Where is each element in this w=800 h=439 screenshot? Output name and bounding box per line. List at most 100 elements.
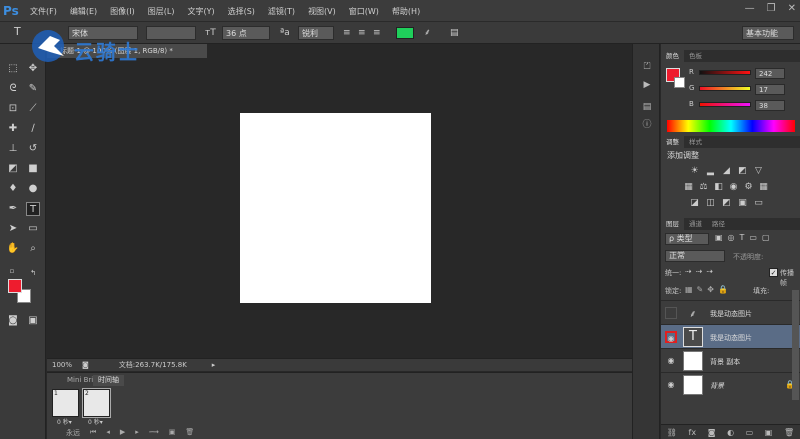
text-color-swatch[interactable]	[396, 27, 414, 39]
new-group-icon[interactable]: ▭	[746, 428, 754, 437]
first-frame-icon[interactable]: ⏮	[90, 428, 96, 438]
menu-type[interactable]: 文字(Y)	[187, 6, 214, 17]
menu-filter[interactable]: 滤镜(T)	[268, 6, 295, 17]
play-icon[interactable]: ▶	[120, 428, 125, 438]
lock-icons[interactable]: ▦✎✥🔒	[685, 285, 732, 294]
foreground-color-swatch[interactable]	[8, 279, 22, 293]
layer-row-selected[interactable]: ◉ T 我是动态图片	[661, 324, 800, 348]
eraser-tool-icon[interactable]: ◩	[6, 162, 20, 176]
layer-style-icon[interactable]: fx	[689, 428, 697, 437]
menu-layer[interactable]: 图层(L)	[148, 6, 175, 17]
reset-colors-icon[interactable]: ▫	[5, 264, 19, 278]
channel-mixer-icon[interactable]: ⚙	[743, 182, 754, 192]
zoom-level[interactable]: 100%	[52, 361, 72, 369]
unify-icons[interactable]: ⇢⇢⇢	[685, 267, 717, 276]
menu-select[interactable]: 选择(S)	[228, 6, 255, 17]
tween-icon[interactable]: ⟿	[149, 428, 159, 438]
color-spectrum-ramp[interactable]	[667, 120, 795, 132]
menu-file[interactable]: 文件(F)	[30, 6, 57, 17]
antialias-select[interactable]: 锐利	[298, 26, 334, 40]
tab-paths[interactable]: 路径	[707, 218, 730, 230]
link-layers-icon[interactable]: ⛓	[667, 428, 677, 437]
quick-select-tool-icon[interactable]: ✎	[26, 82, 40, 96]
selective-color-icon[interactable]: ▣	[737, 198, 748, 208]
invert-icon[interactable]: ◪	[689, 198, 700, 208]
timeline-frame[interactable]: 1	[52, 389, 79, 417]
tab-channels[interactable]: 通道	[684, 218, 707, 230]
prev-frame-icon[interactable]: ◂	[106, 428, 110, 438]
blue-slider[interactable]	[699, 102, 751, 107]
threshold-icon[interactable]: ◩	[721, 198, 732, 208]
align-left-icon[interactable]: ≡	[343, 26, 351, 40]
next-frame-icon[interactable]: ▸	[135, 428, 139, 438]
levels-icon[interactable]: ▂	[705, 166, 716, 176]
gradient-map-icon[interactable]: ▭	[753, 198, 764, 208]
color-lookup-icon[interactable]: ▦	[758, 182, 769, 192]
rectangle-tool-icon[interactable]: ▭	[26, 222, 40, 236]
menu-image[interactable]: 图像(I)	[110, 6, 135, 17]
healing-tool-icon[interactable]: ✚	[6, 122, 20, 136]
align-center-icon[interactable]: ≡	[358, 26, 366, 40]
type-tool-icon[interactable]: T	[14, 25, 21, 39]
properties-panel-icon[interactable]: ▤	[639, 100, 655, 114]
eye-icon[interactable]: ◉	[665, 355, 677, 367]
new-layer-icon[interactable]: ▣	[765, 428, 773, 437]
history-brush-tool-icon[interactable]: ↺	[26, 142, 40, 156]
eye-icon[interactable]: ◉	[665, 379, 677, 391]
blur-tool-icon[interactable]: ♦	[6, 182, 20, 196]
menu-edit[interactable]: 编辑(E)	[70, 6, 97, 17]
crop-tool-icon[interactable]: ⊡	[6, 102, 20, 116]
character-panel-icon[interactable]: ▤	[450, 26, 459, 40]
menu-view[interactable]: 视图(V)	[308, 6, 336, 17]
document-canvas[interactable]	[240, 113, 431, 303]
photo-filter-icon[interactable]: ◉	[728, 182, 739, 192]
screen-mode-icon[interactable]: ▣	[26, 314, 40, 328]
menu-window[interactable]: 窗口(W)	[349, 6, 379, 17]
path-select-tool-icon[interactable]: ➤	[6, 222, 20, 236]
brightness-icon[interactable]: ☀	[689, 166, 700, 176]
quick-mask-icon[interactable]: ◙	[6, 314, 20, 328]
minimize-button[interactable]: —	[745, 3, 755, 14]
lasso-tool-icon[interactable]: ᘓ	[6, 82, 20, 96]
visibility-toggle[interactable]	[665, 307, 677, 319]
curves-icon[interactable]: ◢	[721, 166, 732, 176]
swap-colors-icon[interactable]: ↰	[26, 266, 40, 280]
workspace-select[interactable]: 基本功能	[742, 26, 794, 40]
color-panel-background-swatch[interactable]	[674, 77, 685, 88]
status-menu-arrow-icon[interactable]: ▸	[212, 361, 216, 369]
close-button[interactable]: ✕	[788, 3, 796, 14]
posterize-icon[interactable]: ◫	[705, 198, 716, 208]
clone-stamp-tool-icon[interactable]: ⊥	[6, 142, 20, 156]
exposure-icon[interactable]: ◩	[737, 166, 748, 176]
duplicate-frame-icon[interactable]: ▣	[169, 428, 176, 438]
vibrance-icon[interactable]: ▽	[753, 166, 764, 176]
menu-help[interactable]: 帮助(H)	[392, 6, 420, 17]
restore-button[interactable]: ❐	[767, 3, 776, 14]
zoom-tool-icon[interactable]: ⌕	[26, 242, 40, 256]
dodge-tool-icon[interactable]: ●	[26, 182, 40, 196]
delete-frame-icon[interactable]: 🗑	[185, 428, 194, 438]
layer-row[interactable]: ⸙ 我是动态图片	[661, 300, 800, 324]
tab-styles[interactable]: 样式	[684, 136, 707, 148]
align-right-icon[interactable]: ≡	[373, 26, 381, 40]
blend-mode-select[interactable]: 正常	[665, 250, 725, 262]
actions-panel-icon[interactable]: ▶	[639, 78, 655, 92]
eyedropper-tool-icon[interactable]: ⟋	[26, 102, 40, 116]
layer-row[interactable]: ◉ 背景 副本	[661, 348, 800, 372]
layers-scrollbar[interactable]	[792, 290, 799, 400]
info-panel-icon[interactable]: ⓘ	[639, 118, 655, 132]
text-tool-icon[interactable]: T	[26, 202, 40, 216]
green-slider[interactable]	[699, 86, 751, 91]
frame-delay[interactable]: 0 秒▾	[57, 417, 72, 426]
frame-delay[interactable]: 0 秒▾	[88, 417, 103, 426]
pen-tool-icon[interactable]: ✒	[6, 202, 20, 216]
eye-icon[interactable]: ◉	[665, 331, 677, 343]
gradient-tool-icon[interactable]: ■	[26, 162, 40, 176]
tab-color[interactable]: 颜色	[661, 50, 684, 62]
marquee-tool-icon[interactable]: ⬚	[6, 62, 20, 76]
red-value[interactable]: 242	[755, 68, 785, 79]
hand-tool-icon[interactable]: ✋	[6, 242, 20, 256]
red-slider[interactable]	[699, 70, 751, 75]
tab-swatches[interactable]: 色板	[684, 50, 707, 62]
tab-timeline[interactable]: 时间轴	[93, 375, 124, 386]
